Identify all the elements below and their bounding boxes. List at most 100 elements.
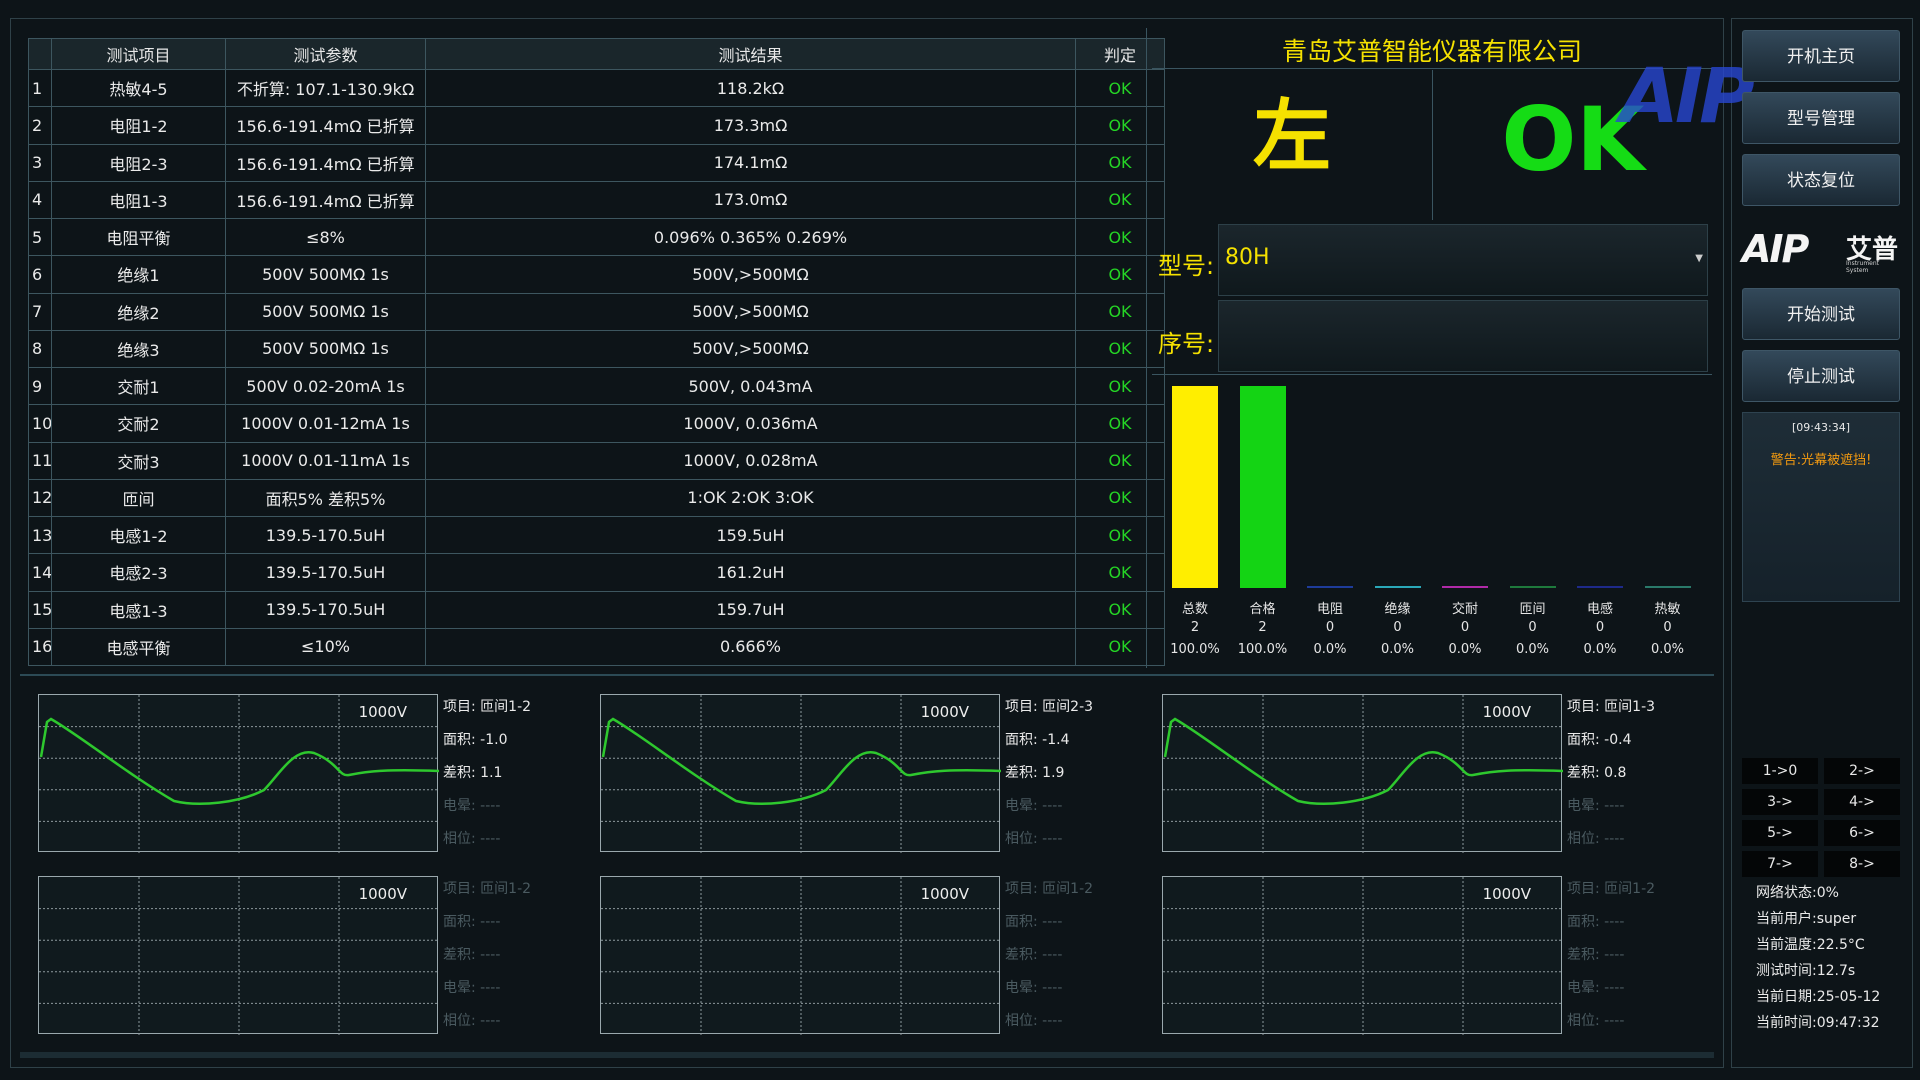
bar-5 (1509, 586, 1556, 588)
map-button-8[interactable]: 8-> (1824, 851, 1900, 877)
message-log: [09:43:34] 警告:光幕被遮挡! (1742, 412, 1900, 602)
map-button-3[interactable]: 3-> (1742, 789, 1818, 815)
bar-label: 合格 (1249, 602, 1276, 617)
waveform-info: 项目: 匝间1-2 面积: ---- 差积: ---- 电晕: ---- 相位: ---… (1005, 873, 1093, 1038)
row-param: 156.6-191.4mΩ 已折算 (225, 180, 426, 220)
row-result: 500V,>500MΩ (425, 255, 1076, 294)
col-header-result: 测试结果 (425, 38, 1076, 70)
row-result: 0.096% 0.365% 0.269% (425, 217, 1076, 257)
row-param: 156.6-191.4mΩ 已折算 (225, 143, 426, 182)
row-param: ≤10% (225, 627, 426, 667)
waveform-info: 项目: 匝间1-2 面积: ---- 差积: ---- 电晕: ---- 相位: ---… (1567, 873, 1655, 1038)
bar-pct: 100.0% (1170, 642, 1220, 657)
row-param: 139.5-170.5uH (225, 590, 426, 629)
bar-1 (1239, 386, 1286, 588)
wave-area: 面积: ---- (1005, 914, 1063, 930)
serial-label: 序号: (1158, 330, 1215, 358)
row-index: 6 (28, 255, 52, 294)
serial-input[interactable] (1218, 300, 1708, 372)
row-param: 1000V 0.01-11mA 1s (225, 441, 426, 480)
bar-count: 0 (1595, 620, 1605, 635)
wave-diff: 差积: 1.1 (443, 765, 503, 781)
row-index: 3 (28, 143, 52, 182)
map-button-4[interactable]: 4-> (1824, 789, 1900, 815)
bar-2 (1307, 586, 1353, 588)
waveform-info: 项目: 匝间1-2 面积: -1.0 差积: 1.1 电晕: ---- 相位: ---- (443, 691, 531, 856)
row-item: 绝缘3 (51, 329, 226, 369)
wave-diff: 差积: ---- (1005, 947, 1063, 963)
row-index: 5 (28, 217, 52, 257)
table-row: 7 绝缘2 500V 500MΩ 1s 500V,>500MΩ OK (28, 292, 1165, 331)
row-item: 电阻1-3 (51, 180, 226, 220)
row-index: 1 (28, 68, 52, 108)
wave-corona: 电晕: ---- (1005, 980, 1063, 996)
bar-0 (1172, 386, 1218, 588)
row-result: 1:OK 2:OK 3:OK (425, 478, 1076, 518)
voltage-label: 1000V (1482, 703, 1531, 721)
col-header-item: 测试项目 (51, 38, 226, 70)
row-item: 交耐2 (51, 404, 226, 443)
wave-item: 项目: 匝间2-3 (1005, 699, 1094, 715)
bar-pct: 0.0% (1650, 642, 1685, 657)
bar-label: 热敏 (1654, 602, 1681, 617)
row-param: 156.6-191.4mΩ 已折算 (225, 106, 426, 145)
model-select[interactable]: 80H ▼ (1218, 224, 1708, 296)
row-param: 1000V 0.01-12mA 1s (225, 404, 426, 443)
voltage-label: 1000V (920, 703, 969, 721)
test-side-indicator: 左 (1252, 92, 1331, 182)
row-index: 2 (28, 106, 52, 145)
wave-phase: 相位: ---- (1005, 1013, 1063, 1029)
row-item: 电阻2-3 (51, 143, 226, 182)
wave-phase: 相位: ---- (1567, 831, 1625, 847)
results-table: 测试项目 测试参数 测试结果 判定 1 热敏4-5 不折算: 107.1-130.9… (28, 38, 1165, 667)
model-management-button[interactable]: 型号管理 (1742, 92, 1900, 144)
network-status: 网络状态:0% (1756, 885, 1839, 901)
map-button-2[interactable]: 2-> (1824, 758, 1900, 784)
map-button-7[interactable]: 7-> (1742, 851, 1818, 877)
row-param: 500V 500MΩ 1s (225, 255, 426, 294)
bar-7 (1644, 586, 1691, 588)
row-item: 电阻1-2 (51, 106, 226, 145)
bar-pct: 0.0% (1313, 642, 1347, 657)
current-date: 当前日期:25-05-12 (1756, 989, 1881, 1005)
bar-4 (1442, 586, 1488, 588)
wave-diff: 差积: 0.8 (1567, 765, 1627, 781)
stop-test-button[interactable]: 停止测试 (1742, 350, 1900, 402)
row-index: 13 (28, 515, 52, 555)
table-header-row: 测试项目 测试参数 测试结果 判定 (28, 38, 1165, 70)
wave-item: 项目: 匝间1-3 (1567, 699, 1656, 715)
row-item: 电阻平衡 (51, 217, 226, 257)
col-header-index (28, 38, 52, 70)
row-item: 交耐1 (51, 366, 226, 406)
row-index: 4 (28, 180, 52, 220)
voltage-label: 1000V (920, 885, 969, 903)
reset-button[interactable]: 状态复位 (1742, 154, 1900, 206)
start-test-button[interactable]: 开始测试 (1742, 288, 1900, 340)
table-row: 3 电阻2-3 156.6-191.4mΩ 已折算 174.1mΩ OK (28, 143, 1165, 182)
chevron-down-icon[interactable]: ▼ (1695, 253, 1703, 264)
row-index: 10 (28, 404, 52, 443)
map-button-6[interactable]: 6-> (1824, 820, 1900, 846)
waveform-info: 项目: 匝间1-2 面积: ---- 差积: ---- 电晕: ---- 相位: ---… (443, 873, 531, 1038)
bar-label: 电阻 (1316, 602, 1343, 617)
bar-pct: 0.0% (1515, 642, 1550, 657)
map-button-1[interactable]: 1->0 (1742, 758, 1818, 784)
table-row: 15 电感1-3 139.5-170.5uH 159.7uH OK (28, 590, 1165, 629)
wave-phase: 相位: ---- (443, 1013, 501, 1029)
stats-bar-chart: 总数 2 100.0% 合格 2 100.0% 电阻 0 0.0% 绝缘 0 0.0% 交耐 0 0.0% 匝… (1152, 378, 1712, 658)
row-index: 11 (28, 441, 52, 480)
waveform-info: 项目: 匝间1-3 面积: -0.4 差积: 0.8 电晕: ---- 相位: ---- (1567, 691, 1655, 856)
log-timestamp: [09:43:34] (1792, 421, 1850, 434)
table-row: 11 交耐3 1000V 0.01-11mA 1s 1000V, 0.028mA OK (28, 441, 1165, 480)
table-row: 1 热敏4-5 不折算: 107.1-130.9kΩ 118.2kΩ OK (28, 68, 1165, 108)
row-index: 15 (28, 590, 52, 629)
bar-count: 0 (1393, 620, 1402, 635)
bar-pct: 100.0% (1237, 642, 1288, 657)
map-button-5[interactable]: 5-> (1742, 820, 1818, 846)
wave-phase: 相位: ---- (1567, 1013, 1625, 1029)
home-button[interactable]: 开机主页 (1742, 30, 1900, 82)
waveform-panel: 1000V (600, 694, 1001, 853)
bar-label: 总数 (1181, 602, 1208, 617)
waveform-panel: 1000V (600, 876, 1001, 1035)
row-index: 8 (28, 329, 52, 369)
